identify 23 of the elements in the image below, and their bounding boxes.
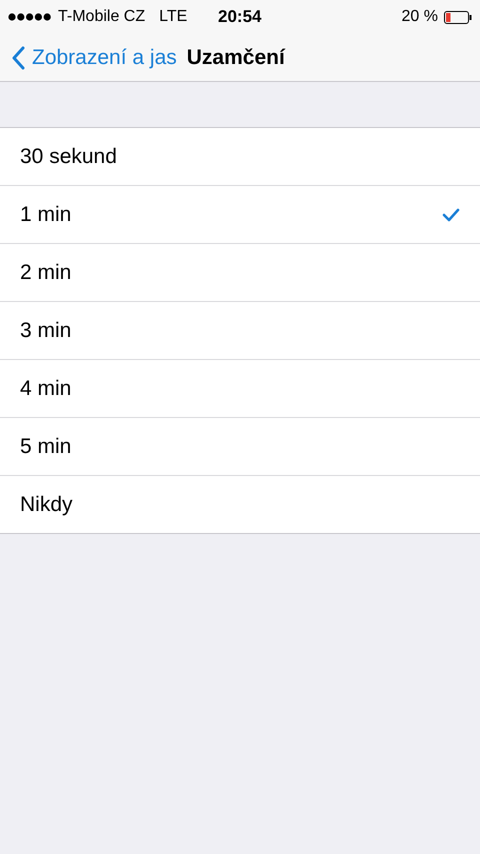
- screen-title: Uzamčení: [186, 46, 285, 70]
- option-label: 30 sekund: [20, 144, 117, 168]
- option-row[interactable]: 30 sekund: [0, 128, 480, 186]
- option-row[interactable]: 1 min: [0, 186, 480, 244]
- option-row[interactable]: 3 min: [0, 302, 480, 360]
- option-row[interactable]: Nikdy: [0, 476, 480, 533]
- option-label: 3 min: [20, 318, 72, 342]
- option-label: 4 min: [20, 376, 72, 400]
- option-label: 2 min: [20, 260, 72, 284]
- option-row[interactable]: 2 min: [0, 244, 480, 302]
- battery-icon: [444, 10, 472, 24]
- back-chevron-icon: [12, 46, 26, 70]
- option-row[interactable]: 4 min: [0, 360, 480, 418]
- option-label: 1 min: [20, 202, 72, 226]
- option-row[interactable]: 5 min: [0, 418, 480, 476]
- signal-icon: [8, 13, 52, 21]
- network-type: LTE: [159, 8, 188, 26]
- carrier-name: T-Mobile CZ: [58, 8, 146, 26]
- option-label: 5 min: [20, 434, 72, 458]
- option-label: Nikdy: [20, 492, 73, 516]
- back-button[interactable]: Zobrazení a jas: [12, 46, 177, 70]
- status-time: 20:54: [218, 7, 262, 27]
- battery-percent: 20 %: [402, 8, 438, 26]
